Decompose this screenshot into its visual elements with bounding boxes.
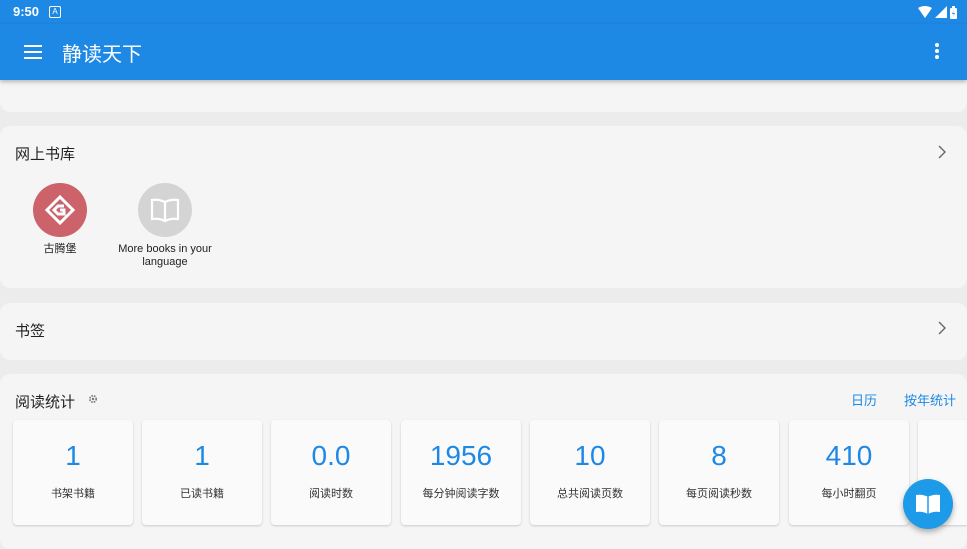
stat-value: 8: [711, 440, 727, 471]
stat-tile-books-on-shelf[interactable]: 1 书架书籍: [13, 420, 133, 525]
stat-tile-total-pages[interactable]: 10 总共阅读页数: [530, 420, 650, 525]
stat-value: 1: [65, 440, 81, 471]
stat-label: 已读书籍: [180, 487, 224, 500]
stat-tile-books-read[interactable]: 1 已读书籍: [142, 420, 262, 525]
chevron-right-icon[interactable]: [937, 145, 947, 159]
open-book-icon: [138, 183, 192, 237]
gear-icon[interactable]: [88, 394, 98, 404]
status-bar: 9:50 A: [0, 0, 967, 24]
more-options-icon[interactable]: [925, 40, 949, 64]
calendar-link[interactable]: 日历: [851, 390, 877, 409]
stat-label: 每小时翻页: [821, 487, 877, 500]
online-library-card: 网上书库 古腾堡 More books in your language: [0, 126, 967, 288]
library-item-label: 古腾堡: [43, 243, 77, 255]
online-library-title: 网上书库: [15, 145, 76, 163]
bookmarks-title: 书签: [15, 322, 46, 340]
stat-value: 1: [194, 440, 210, 471]
stat-value: 0.0: [311, 440, 351, 471]
battery-icon: [950, 5, 957, 19]
stat-label: 总共阅读页数: [557, 487, 623, 500]
stat-value: 10: [574, 440, 606, 471]
wifi-icon: [918, 6, 932, 18]
stat-label: 每页阅读秒数: [686, 487, 752, 500]
notification-icon: A: [49, 6, 61, 18]
stat-label: 书架书籍: [51, 487, 95, 500]
reading-stats-title: 阅读统计: [15, 393, 76, 411]
book-icon: [916, 494, 940, 514]
stat-tile-pages-per-hour[interactable]: 410 每小时翻页: [789, 420, 909, 525]
chevron-right-icon[interactable]: [937, 321, 947, 335]
bookmarks-card[interactable]: 书签: [0, 303, 967, 360]
reading-stats-card: 阅读统计 日历 按年统计 1 书架书籍 1 已读书籍 0.0 阅读时数 1956…: [0, 374, 967, 549]
yearly-stats-link[interactable]: 按年统计: [904, 390, 956, 409]
open-book-fab[interactable]: [903, 479, 953, 529]
status-icons: [918, 5, 957, 19]
library-item-more-books[interactable]: More books in your language: [110, 183, 220, 269]
stat-label: 阅读时数: [309, 487, 353, 500]
stat-value: 1956: [429, 440, 493, 471]
stat-value: 410: [825, 440, 873, 471]
library-item-label: More books in your language: [118, 243, 212, 268]
stat-tile-seconds-per-page[interactable]: 8 每页阅读秒数: [659, 420, 779, 525]
menu-icon[interactable]: [22, 41, 44, 63]
stat-value: 0: [918, 440, 967, 472]
stat-tile-words-per-minute[interactable]: 1956 每分钟阅读字数: [401, 420, 521, 525]
stat-tile-reading-hours[interactable]: 0.0 阅读时数: [271, 420, 391, 525]
stat-label: 每分钟阅读字数: [422, 487, 500, 500]
library-item-gutenberg[interactable]: 古腾堡: [5, 183, 115, 256]
app-title: 静读天下: [62, 42, 142, 66]
app-bar: 静读天下: [0, 24, 967, 80]
signal-icon: [935, 6, 947, 18]
status-time: 9:50: [13, 4, 40, 19]
gutenberg-icon: [33, 183, 87, 237]
